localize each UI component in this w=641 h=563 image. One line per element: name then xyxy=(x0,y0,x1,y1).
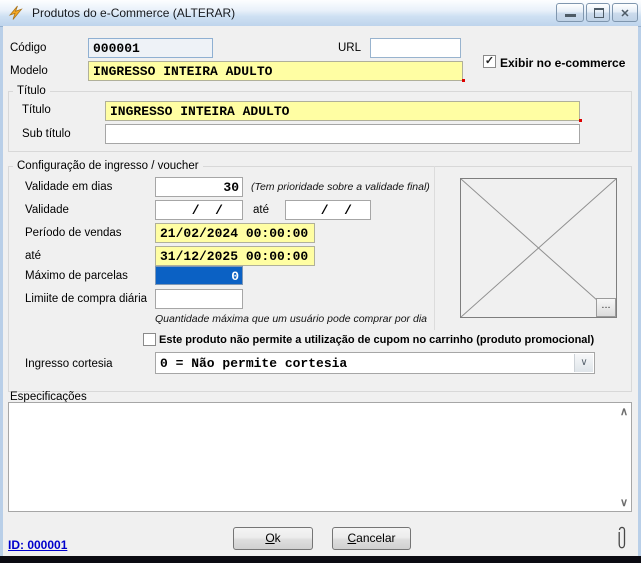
maximize-button[interactable] xyxy=(586,3,610,22)
subtitulo-label: Sub título xyxy=(22,128,71,140)
scroll-up-icon[interactable]: ∧ xyxy=(620,405,628,418)
max-parcelas-label: Máximo de parcelas xyxy=(25,270,128,282)
modelo-field[interactable]: INGRESSO INTEIRA ADULTO xyxy=(88,61,463,81)
url-label: URL xyxy=(338,42,361,54)
lightning-app-icon xyxy=(8,5,24,21)
url-field[interactable] xyxy=(370,38,461,58)
ingresso-cortesia-select[interactable]: 0 = Não permite cortesia ∨ xyxy=(155,352,595,374)
ok-button-rest: k xyxy=(275,531,281,545)
cancelar-button[interactable]: Cancelar xyxy=(332,527,411,550)
limite-compra-field[interactable] xyxy=(155,289,243,309)
codigo-label: Código xyxy=(10,42,46,54)
periodo-ate-field[interactable]: 31/12/2025 00:00:00 xyxy=(155,246,315,266)
required-marker xyxy=(579,119,582,122)
required-marker xyxy=(462,79,465,82)
cancelar-button-accel: C xyxy=(347,531,356,545)
validade-ate-label: até xyxy=(253,204,269,216)
minimize-button[interactable] xyxy=(556,3,584,22)
title-bar[interactable]: Produtos do e-Commerce (ALTERAR) ✕ xyxy=(0,0,641,27)
image-panel-divider xyxy=(434,166,435,330)
paperclip-icon[interactable] xyxy=(616,522,628,557)
scroll-down-icon[interactable]: ∨ xyxy=(620,496,628,509)
record-id-link[interactable]: ID: 000001 xyxy=(8,538,67,552)
limite-compra-label: Limiite de compra diária xyxy=(25,293,147,305)
close-button[interactable]: ✕ xyxy=(612,3,638,22)
no-image-cross-icon xyxy=(461,179,616,317)
validade-label: Validade xyxy=(25,204,69,216)
validade-dias-note: (Tem prioridade sobre a validade final) xyxy=(251,181,430,193)
window-title: Produtos do e-Commerce (ALTERAR) xyxy=(32,6,235,20)
ok-button[interactable]: Ok xyxy=(233,527,313,550)
minimize-icon xyxy=(565,14,576,17)
limite-compra-note: Quantidade máxima que um usuário pode co… xyxy=(155,313,427,325)
check-icon: ✓ xyxy=(485,55,494,67)
periodo-vendas-label: Período de vendas xyxy=(25,227,122,239)
product-image-placeholder xyxy=(460,178,617,318)
maximize-icon xyxy=(594,8,604,18)
cancelar-button-rest: ancelar xyxy=(356,531,395,545)
configuracao-group-legend: Configuração de ingresso / voucher xyxy=(13,160,203,172)
codigo-field[interactable]: 000001 xyxy=(88,38,213,58)
titulo-field[interactable]: INGRESSO INTEIRA ADULTO xyxy=(105,101,580,121)
cupom-checkbox[interactable] xyxy=(143,333,156,346)
validade-dias-field[interactable]: 30 xyxy=(155,177,243,197)
periodo-vendas-field[interactable]: 21/02/2024 00:00:00 xyxy=(155,223,315,243)
close-icon: ✕ xyxy=(620,8,629,20)
validade-fim-field[interactable]: / / xyxy=(285,200,371,220)
exibir-ecommerce-label: Exibir no e-commerce xyxy=(500,56,625,70)
validade-dias-label: Validade em dias xyxy=(25,181,112,193)
cupom-checkbox-label: Este produto não permite a utilização de… xyxy=(159,334,594,346)
subtitulo-field[interactable] xyxy=(105,124,580,144)
titulo-label: Título xyxy=(22,104,51,116)
ingresso-cortesia-value: 0 = Não permite cortesia xyxy=(160,356,347,371)
titulo-group-legend: Título xyxy=(13,85,50,97)
especificacoes-textarea[interactable]: ∧ ∨ xyxy=(8,402,632,512)
max-parcelas-field[interactable]: 0 xyxy=(155,266,243,285)
periodo-ate-label: até xyxy=(25,250,41,262)
chevron-down-icon[interactable]: ∨ xyxy=(574,354,593,372)
exibir-ecommerce-checkbox[interactable]: ✓ xyxy=(483,55,496,68)
ok-button-accel: O xyxy=(265,531,274,545)
ingresso-cortesia-label: Ingresso cortesia xyxy=(25,358,113,370)
modelo-label: Modelo xyxy=(10,65,48,77)
browse-image-button[interactable]: ... xyxy=(596,298,616,317)
window-bottom-edge xyxy=(0,556,641,563)
validade-inicio-field[interactable]: / / xyxy=(155,200,243,220)
dialog-window: Produtos do e-Commerce (ALTERAR) ✕ Códig… xyxy=(0,0,641,563)
